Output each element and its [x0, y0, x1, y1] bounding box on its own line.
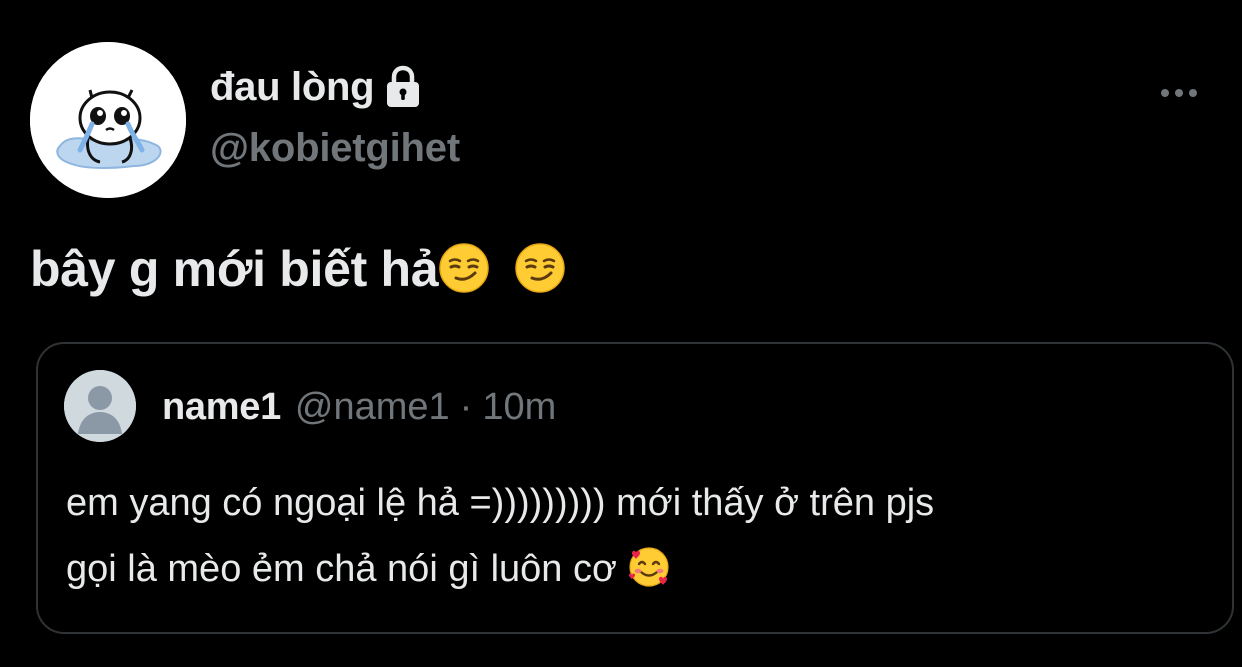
quoted-tweet-time[interactable]: 10m — [482, 386, 556, 429]
smirking-face-emoji-icon — [438, 242, 490, 294]
more-dots-icon — [1161, 89, 1197, 97]
quoted-text-line-1: em yang có ngoại lệ hả =))))))))) mới th… — [66, 482, 935, 524]
smiling-face-with-hearts-emoji-icon — [627, 545, 671, 589]
crying-doodle-avatar-icon — [30, 42, 186, 198]
tweet-text: bây g mới biết hả — [30, 236, 1210, 302]
display-name-row: đau lòng — [210, 60, 424, 114]
smirking-face-emoji-icon — [514, 242, 566, 294]
lock-icon — [382, 65, 424, 109]
display-name[interactable]: đau lòng — [210, 65, 375, 110]
quoted-text-line-2-wrapper: gọi là mèo ẻm chả nói gì luôn cơ — [66, 536, 1206, 602]
quoted-tweet-header: name1 @name1 · 10m — [162, 382, 556, 432]
header-separator: · — [459, 385, 473, 428]
quoted-text-line-2: gọi là mèo ẻm chả nói gì luôn cơ — [66, 548, 617, 590]
author-avatar[interactable] — [30, 42, 186, 198]
quoted-tweet-text: em yang có ngoại lệ hả =))))))))) mới th… — [66, 470, 1206, 602]
quoted-tweet-card[interactable]: name1 @name1 · 10m em yang có ngoại lệ h… — [36, 342, 1234, 634]
quoted-author-avatar[interactable] — [64, 370, 136, 442]
default-profile-avatar-icon — [64, 370, 136, 442]
tweet-container: đau lòng @kobietgihet bây g mới biết hả — [0, 0, 1242, 667]
quoted-author-handle[interactable]: @name1 — [295, 386, 450, 429]
quoted-author-name[interactable]: name1 — [162, 386, 281, 429]
author-handle[interactable]: @kobietgihet — [210, 126, 460, 171]
more-options-button[interactable] — [1150, 72, 1208, 114]
tweet-text-content: bây g mới biết hả — [30, 241, 439, 297]
